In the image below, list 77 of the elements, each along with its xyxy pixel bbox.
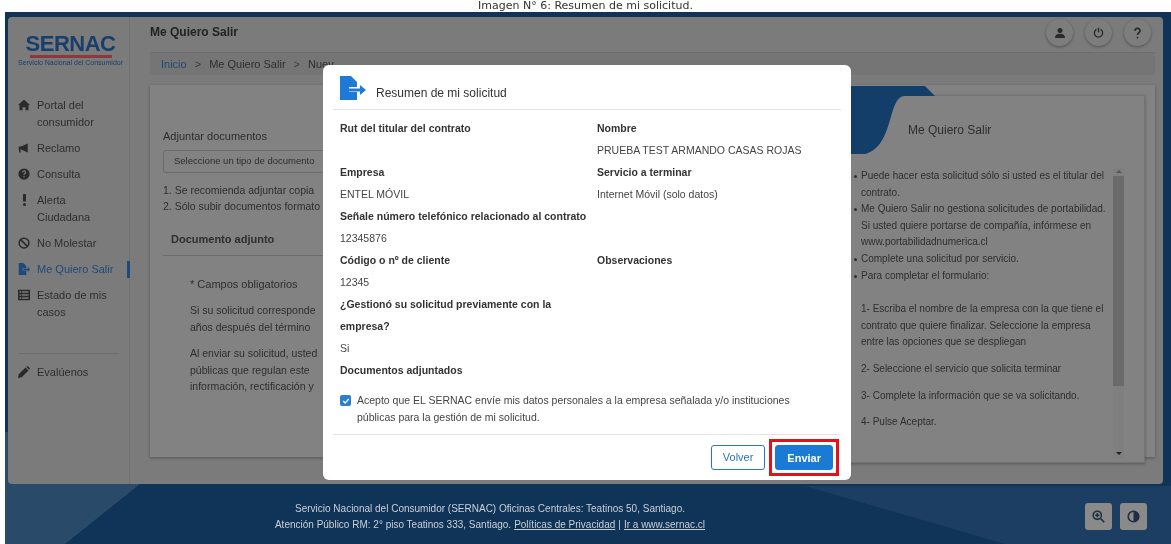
bullet-text: Puede hacer esta solicitud sólo si usted es el titular del contrato.	[861, 169, 1105, 200]
contrast-icon	[1127, 509, 1140, 523]
field-value: PRUEBA TEST ARMANDO CASAS ROJAS	[597, 143, 803, 158]
scrollbar-thumb[interactable]	[1113, 176, 1124, 386]
sidebar-item[interactable]: Portal del consumidor	[8, 93, 129, 135]
footer-text: |	[618, 518, 621, 532]
table-header: Documento adjunto	[171, 232, 275, 248]
step-text: 3- Complete la información que se va solicitando.	[860, 388, 1081, 403]
breadcrumb-separator: >	[194, 56, 202, 72]
note-text: 1. Se recomienda adjuntar copia	[163, 183, 315, 198]
sidebar-item[interactable]: Alerta Ciudadana	[8, 188, 129, 230]
field-label: Documentos adjuntados	[340, 363, 464, 378]
ban-icon	[18, 237, 30, 249]
power-icon	[1093, 27, 1104, 38]
send-button[interactable]: Enviar	[775, 445, 833, 471]
field-label: Servicio a terminar	[597, 165, 693, 180]
field-label: Rut del titular del contrato	[340, 121, 472, 136]
pencil-icon	[18, 366, 30, 378]
document-arrow-icon	[18, 263, 30, 275]
zoom-in-icon	[1092, 509, 1105, 523]
sidebar-item[interactable]: No Molestar	[8, 231, 129, 256]
document-arrow-icon	[340, 76, 366, 100]
field-label: ¿Gestionó su solicitud previamente con la empresa?	[340, 297, 553, 334]
bullet-text: Para completar el formulario:	[861, 268, 990, 283]
home-icon	[18, 99, 30, 111]
bullet-text: Complete una solicitud por servicio.	[861, 251, 1019, 266]
scroll-up-arrow[interactable]	[1115, 170, 1122, 173]
breadcrumb-link[interactable]: Inicio	[161, 55, 187, 73]
sidebar-item[interactable]: Evalúenos	[8, 360, 129, 385]
header-button[interactable]	[1046, 19, 1073, 46]
required-note: * Campos obligatorios	[190, 277, 298, 292]
scroll-down-arrow[interactable]	[1115, 452, 1122, 455]
list-icon	[18, 289, 30, 301]
sidebar-item[interactable]: Reclamo	[8, 136, 129, 161]
footer-link[interactable]: Ir a www.sernac.cl	[623, 517, 706, 533]
step-text: 2- Seleccione el servicio que solicita terminar	[860, 361, 1063, 376]
field-label: Observaciones	[597, 253, 674, 268]
sidebar-item[interactable]: Consulta	[8, 162, 129, 187]
caption-text: Imagen N° 6: Resumen de mi solicitud.	[478, 0, 693, 12]
field-value: Si	[340, 341, 351, 356]
sidebar-item[interactable]: Me Quiero Salir	[8, 257, 129, 282]
footer-button[interactable]	[1085, 502, 1112, 530]
card-title: Me Quiero Salir	[908, 122, 992, 139]
back-button[interactable]: Volver	[710, 445, 766, 470]
footer-link[interactable]: Políticas de Privacidad	[514, 517, 616, 533]
consent-checkbox[interactable]	[340, 395, 351, 406]
consent-text: Acepto que EL SERNAC envíe mis datos personales a la empresa señalada y/o instituciones públicas para la gestión de mi solicitud.	[357, 393, 791, 425]
field-label: Código o nº de cliente	[340, 253, 451, 268]
field-value: 12345	[340, 275, 371, 290]
paragraph-text: Si su solicitud corresponde años después del término	[190, 303, 316, 335]
paragraph-text: Al enviar su solicitud, usted públicas que regulan este información, rectificación y	[190, 346, 318, 394]
field-value: Internet Móvil (solo datos)	[597, 187, 719, 202]
note-text: 2. Sólo subir documentos formato	[163, 199, 320, 214]
footer-text: Servicio Nacional del Consumidor (SERNAC) Oficinas Centrales: Teatinos 50, Santiago.	[295, 502, 685, 516]
step-text: 1- Escriba el nombre de la empresa con la que tiene el contrato que quiere finalizar. Seleccione la empresa entre las opciones que se despliegan	[860, 302, 1105, 350]
breadcrumb-item: Me Quiero Salir	[209, 56, 286, 72]
help-icon	[1134, 26, 1141, 39]
step-text: 4- Pulse Aceptar.	[860, 415, 938, 430]
field-label: Nombre	[597, 121, 638, 136]
dialog-title: Resumen de mi solicitud	[376, 85, 507, 102]
exclamation-icon	[21, 194, 27, 206]
logo-text: SERNAC	[25, 33, 116, 55]
field-label: Adjuntar documentos	[163, 129, 268, 143]
field-value: ENTEL MÓVIL	[340, 187, 411, 202]
footer-text: Atención Público RM: 2° piso Teatinos 333, Santiago.	[274, 518, 512, 532]
breadcrumb-separator: >	[293, 56, 300, 72]
sidebar-item[interactable]: Estado de mis casos	[8, 283, 129, 325]
field-label: Señale número telefónico relacionado al contrato	[340, 209, 587, 224]
header-button[interactable]	[1124, 19, 1151, 46]
megaphone-icon	[18, 142, 30, 154]
bullet-text: Me Quiero Salir no gestiona solicitudes de portabilidad. Si usted quiere portarse de compañía, infórmese en www.portabilidadnumerica.cl	[861, 202, 1107, 250]
footer-button[interactable]	[1120, 502, 1147, 530]
page-title: Me Quiero Salir	[150, 23, 239, 41]
field-value: 12345876	[340, 231, 388, 246]
question-icon	[18, 168, 30, 180]
user-icon	[1054, 27, 1065, 38]
header-button[interactable]	[1085, 19, 1112, 46]
